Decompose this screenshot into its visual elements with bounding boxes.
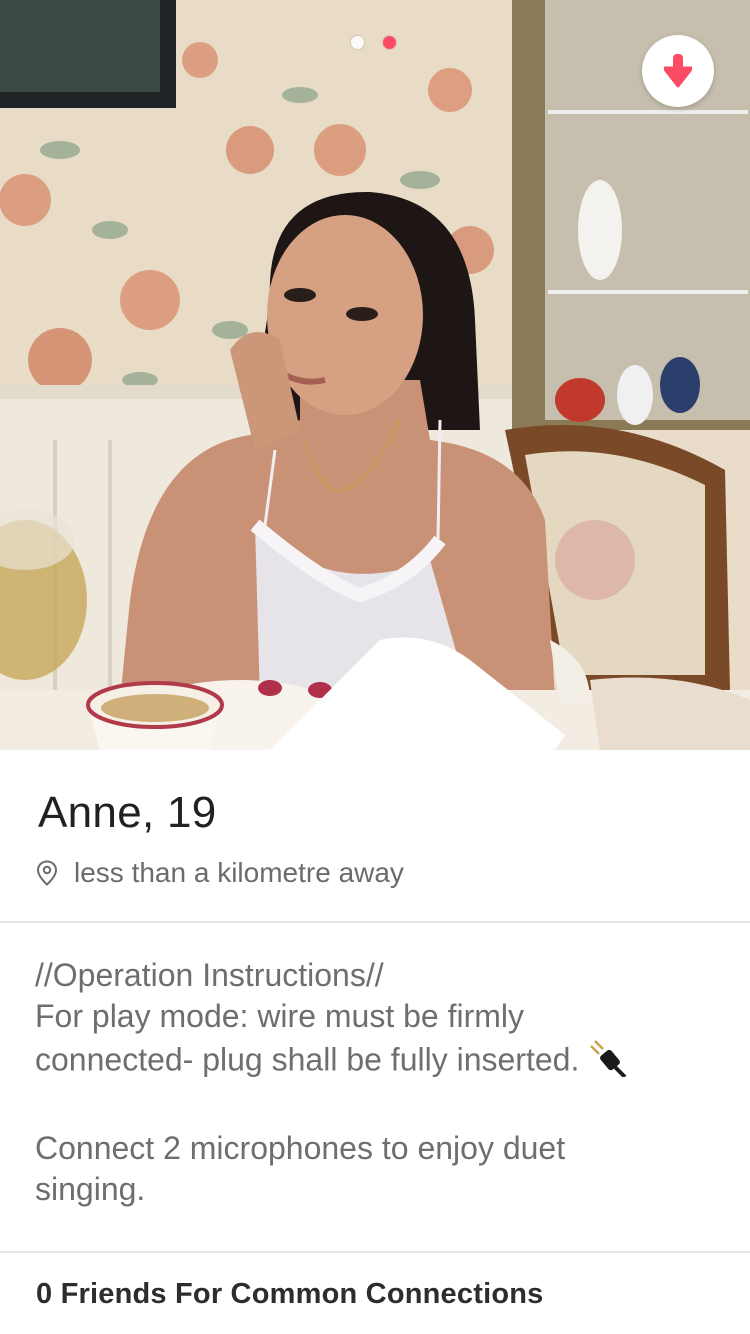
bio-line-4: Connect 2 microphones to enjoy duet [35,1130,566,1166]
collapse-profile-button[interactable] [642,35,714,107]
arrow-down-icon [664,54,692,88]
profile-page: Anne, 19 less than a kilometre away //Op… [0,0,750,1334]
bio-line-1: //Operation Instructions// [35,957,384,993]
bio-spacer [35,1087,715,1128]
bio-line-3-text: connected- plug shall be fully inserted. [35,1041,580,1078]
profile-photo[interactable] [0,0,750,750]
divider [0,921,750,923]
bio-line-2: For play mode: wire must be firmly [35,998,525,1034]
bio-line-5: singing. [35,1171,146,1207]
divider [0,1251,750,1253]
photo-dot-1[interactable] [351,36,364,49]
photo-illustration [0,0,750,750]
distance-row: less than a kilometre away [36,857,404,889]
photo-dot-2[interactable] [383,36,396,49]
common-connections-heading[interactable]: 0 Friends For Common Connections [36,1278,544,1311]
location-pin-icon [36,860,58,886]
profile-name-age: Anne, 19 [38,788,217,837]
bio-line-3: connected- plug shall be fully inserted. [35,1037,715,1087]
electric-plug-emoji-icon [589,1037,627,1087]
photo-pagination [351,36,396,49]
bio-text: //Operation Instructions// For play mode… [35,955,715,1210]
distance-text: less than a kilometre away [74,857,404,888]
